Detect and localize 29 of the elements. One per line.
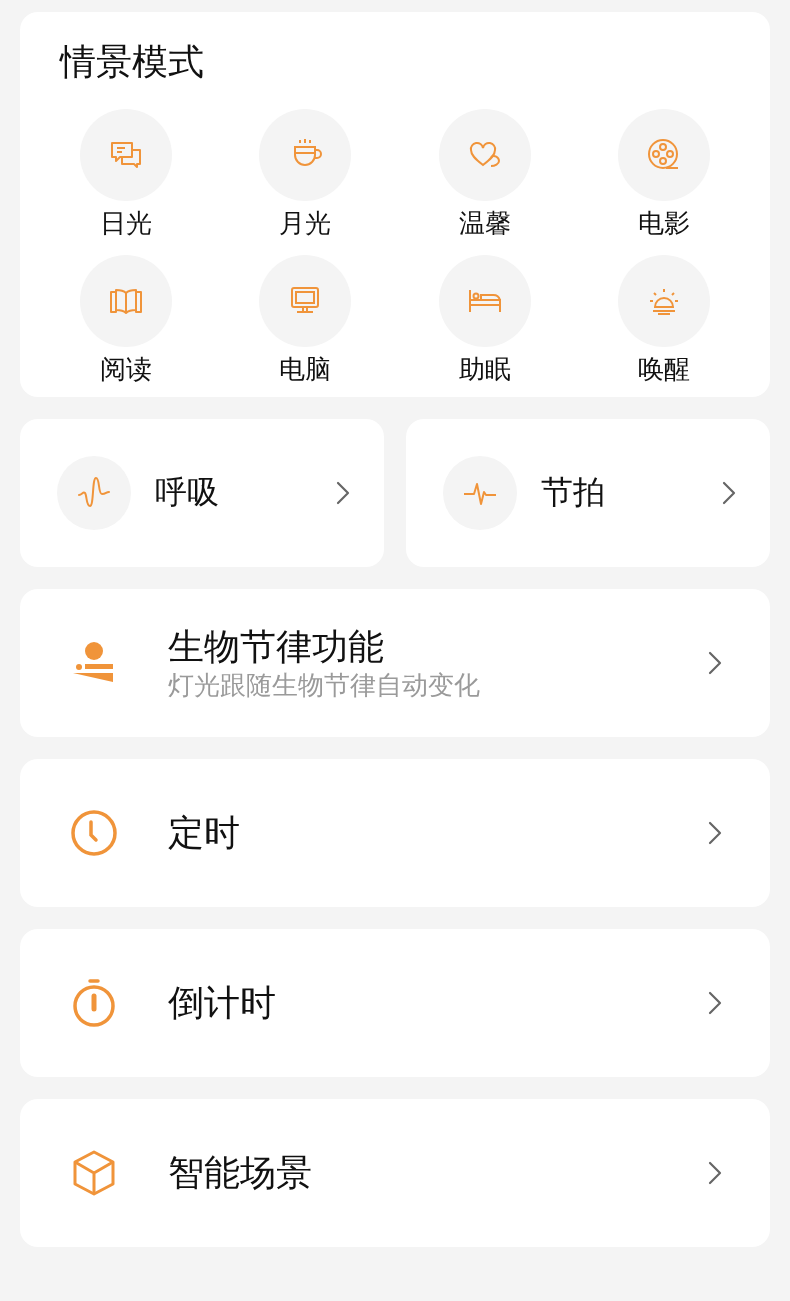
feature-title: 智能场景 [168,1151,313,1196]
effect-card[interactable]: 节拍 [406,418,770,567]
chevron-right-icon [708,650,722,675]
chevron-right-icon [708,990,722,1015]
chevron-right-icon [708,820,722,845]
scene-mode-button[interactable]: 电影 [574,109,754,241]
scene-mode-button[interactable]: 温馨 [395,109,575,241]
feature-title: 倒计时 [168,981,277,1026]
chevron-right-icon [722,480,736,505]
feature-title: 定时 [168,811,241,856]
scene-mode-button[interactable]: 月光 [215,109,395,241]
effect-label: 呼吸 [155,471,220,513]
effect-label: 节拍 [541,471,606,513]
chevron-right-icon [336,480,350,505]
scene-mode-button[interactable]: 阅读 [36,255,216,387]
feature-row[interactable]: 智能场景 [20,1098,770,1247]
section-title: 情景模式 [60,40,205,84]
scene-mode-button[interactable]: 日光 [36,109,216,241]
clock-icon [69,807,119,858]
scene-mode-button[interactable]: 电脑 [215,255,395,387]
scene-mode-button[interactable]: 唤醒 [574,255,754,387]
feature-row[interactable]: 倒计时 [20,928,770,1077]
chevron-right-icon [708,1160,722,1185]
feature-title: 生物节律功能 [168,625,385,670]
effect-card[interactable]: 呼吸 [20,418,384,567]
feature-subtitle: 灯光跟随生物节律自动变化 [168,669,481,702]
feature-row[interactable]: 定时 [20,758,770,907]
feature-row[interactable]: 生物节律功能 灯光跟随生物节律自动变化 [20,588,770,737]
scene-mode-button[interactable]: 助眠 [395,255,575,387]
